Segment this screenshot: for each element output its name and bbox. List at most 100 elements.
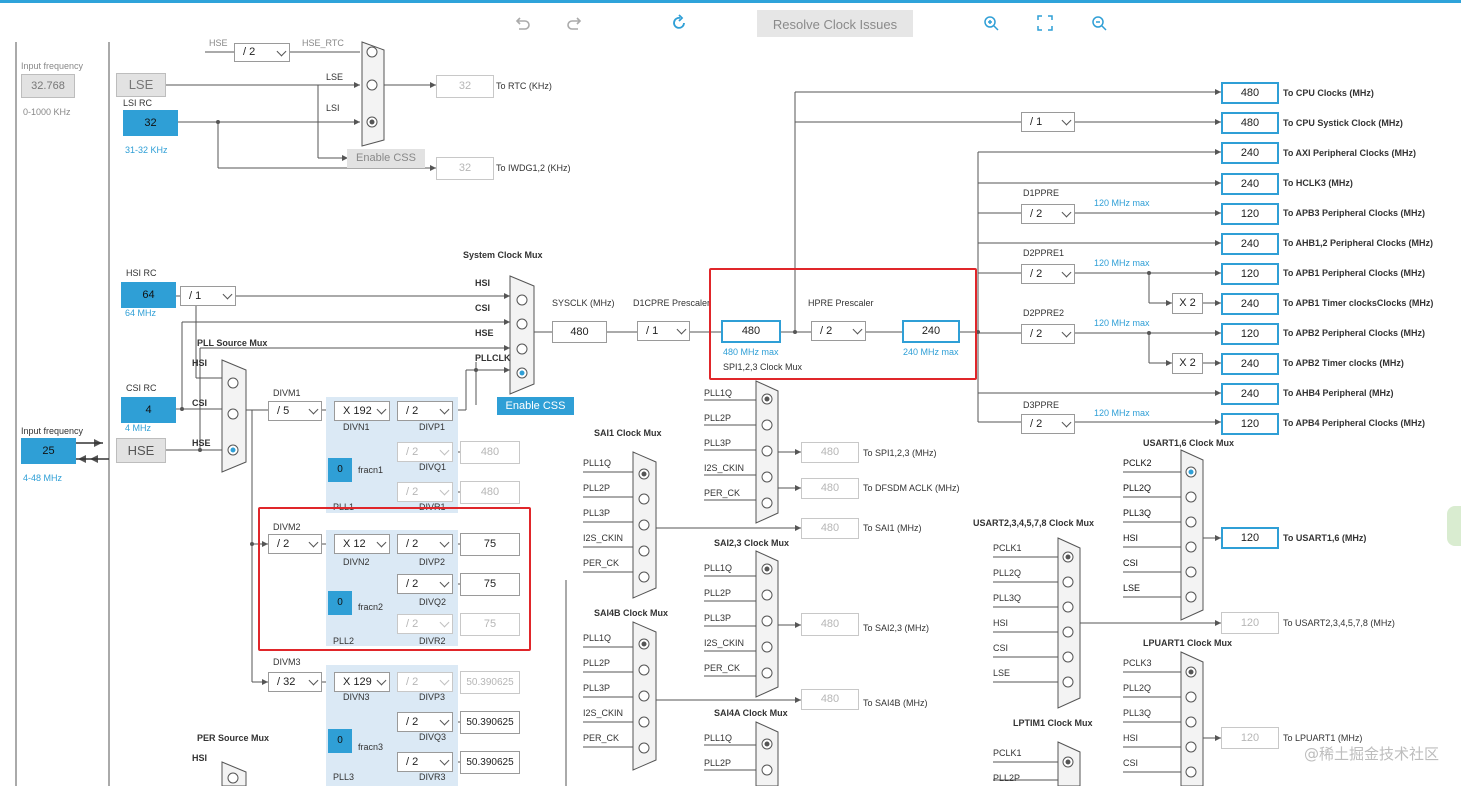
sai1-mux-title: SAI1 Clock Mux bbox=[594, 428, 662, 438]
hsi-rc-value[interactable]: 64 bbox=[121, 282, 176, 308]
sai23-output-label: To SAI2,3 (MHz) bbox=[863, 623, 930, 633]
spi-in1: PLL1Q bbox=[704, 388, 733, 398]
ahb12-value[interactable]: 240 bbox=[1221, 233, 1279, 255]
divq1-label: DIVQ1 bbox=[419, 462, 447, 472]
apb3-value[interactable]: 120 bbox=[1221, 203, 1279, 225]
d2ppre1-select[interactable]: / 2 bbox=[1021, 264, 1075, 284]
hsi-divider-select[interactable]: / 1 bbox=[180, 286, 236, 306]
apb1-value[interactable]: 120 bbox=[1221, 263, 1279, 285]
d2ppre2-select[interactable]: / 2 bbox=[1021, 324, 1075, 344]
hse-input-freq-label: Input frequency bbox=[21, 426, 84, 436]
hse-oscillator[interactable]: HSE bbox=[116, 438, 166, 463]
csi-range: 4 MHz bbox=[125, 423, 152, 433]
sai1-in4: I2S_CKIN bbox=[583, 533, 624, 543]
lpuart-in2: PLL2Q bbox=[1123, 683, 1152, 693]
usart2-in1: PCLK1 bbox=[993, 543, 1022, 553]
d3ppre-label: D3PPRE bbox=[1023, 400, 1060, 410]
apb1-timer-label: To APB1 Timer clocksClocks (MHz) bbox=[1283, 298, 1434, 308]
d1cpre-select[interactable]: / 1 bbox=[637, 321, 690, 341]
sai23-in2: PLL2P bbox=[704, 588, 732, 598]
systick-value[interactable]: 480 bbox=[1221, 112, 1279, 134]
divr1-select[interactable]: / 2 bbox=[397, 482, 453, 502]
fracn3-value[interactable]: 0 bbox=[328, 729, 352, 753]
iwdg-output-value: 32 bbox=[436, 157, 494, 180]
hclk3-value[interactable]: 240 bbox=[1221, 173, 1279, 195]
lse-input-freq-label: Input frequency bbox=[21, 61, 84, 71]
usart2-in6: LSE bbox=[993, 668, 1011, 678]
usart16-in5: CSI bbox=[1123, 558, 1139, 568]
usart2-in3: PLL3Q bbox=[993, 593, 1022, 603]
divm1-select[interactable]: / 5 bbox=[268, 401, 322, 421]
divr3-select[interactable]: / 2 bbox=[397, 752, 453, 772]
spi-in2: PLL2P bbox=[704, 413, 732, 423]
d3ppre-select[interactable]: / 2 bbox=[1021, 414, 1075, 434]
lsi-range: 31-32 KHz bbox=[125, 145, 168, 155]
d2ppre1-max: 120 MHz max bbox=[1094, 258, 1150, 268]
lse-oscillator[interactable]: LSE bbox=[116, 73, 166, 97]
hse-rtc-label: HSE_RTC bbox=[302, 38, 344, 48]
divq3-select[interactable]: / 2 bbox=[397, 712, 453, 732]
sai23-in4: I2S_CKIN bbox=[704, 638, 745, 648]
per-source-mux-title: PER Source Mux bbox=[197, 733, 270, 743]
usart16-in3: PLL3Q bbox=[1123, 508, 1152, 518]
hse-rtc-divider-select[interactable]: / 2 bbox=[234, 43, 290, 62]
lpuart-in1: PCLK3 bbox=[1123, 658, 1152, 668]
csi-rc-value[interactable]: 4 bbox=[121, 397, 176, 423]
sai1-in5: PER_CK bbox=[583, 558, 620, 568]
hclk3-label: To HCLK3 (MHz) bbox=[1283, 178, 1353, 188]
divn3-select[interactable]: X 129 bbox=[334, 672, 390, 692]
divr3-label: DIVR3 bbox=[419, 772, 446, 782]
apb1-timer-multiplier: X 2 bbox=[1172, 293, 1203, 314]
divn1-label: DIVN1 bbox=[343, 422, 370, 432]
divq1-output: 480 bbox=[460, 441, 520, 464]
divp3-select[interactable]: / 2 bbox=[397, 672, 453, 692]
divq1-select[interactable]: / 2 bbox=[397, 442, 453, 462]
sysclk-value[interactable]: 480 bbox=[552, 321, 607, 343]
sai23-in1: PLL1Q bbox=[704, 563, 733, 573]
sai1-in2: PLL2P bbox=[583, 483, 611, 493]
apb2-value[interactable]: 120 bbox=[1221, 323, 1279, 345]
axi-label: To AXI Peripheral Clocks (MHz) bbox=[1283, 148, 1417, 158]
d1ppre-select[interactable]: / 2 bbox=[1021, 204, 1075, 224]
lptim-mux-title: LPTIM1 Clock Mux bbox=[1013, 718, 1093, 728]
spi-in4: I2S_CKIN bbox=[704, 463, 745, 473]
axi-value[interactable]: 240 bbox=[1221, 142, 1279, 164]
enable-css-button[interactable]: Enable CSS bbox=[497, 397, 574, 415]
systick-divider-select[interactable]: / 1 bbox=[1021, 112, 1075, 132]
sai23-output-value: 480 bbox=[801, 613, 859, 636]
d2ppre2-max: 120 MHz max bbox=[1094, 318, 1150, 328]
pllsrc-hse-label: HSE bbox=[192, 438, 211, 448]
divr3-output[interactable]: 50.390625 bbox=[460, 751, 520, 774]
divn1-select[interactable]: X 192 bbox=[334, 401, 390, 421]
hsi-range: 64 MHz bbox=[125, 308, 157, 318]
apb4-value[interactable]: 120 bbox=[1221, 413, 1279, 435]
divp1-select[interactable]: / 2 bbox=[397, 401, 453, 421]
side-scroll-tab[interactable] bbox=[1447, 506, 1461, 546]
apb2-timer-value[interactable]: 240 bbox=[1221, 353, 1279, 375]
ahb4-value[interactable]: 240 bbox=[1221, 383, 1279, 405]
fracn3-label: fracn3 bbox=[358, 742, 384, 752]
lpuart-mux-title: LPUART1 Clock Mux bbox=[1143, 638, 1233, 648]
lsi-rc-value[interactable]: 32 bbox=[123, 110, 178, 136]
dfsdm-output-value: 480 bbox=[801, 478, 859, 499]
d2ppre2-label: D2PPRE2 bbox=[1023, 308, 1065, 318]
d1ppre-max: 120 MHz max bbox=[1094, 198, 1150, 208]
highlight-hpre-rect bbox=[709, 268, 977, 380]
apb1-timer-value[interactable]: 240 bbox=[1221, 293, 1279, 315]
fracn1-label: fracn1 bbox=[358, 465, 384, 475]
sysmux-csi-label: CSI bbox=[475, 303, 491, 313]
sai4b-in5: PER_CK bbox=[583, 733, 620, 743]
rtc-lsi-input-label: LSI bbox=[326, 103, 340, 113]
divm3-select[interactable]: / 32 bbox=[268, 672, 322, 692]
apb4-label: To APB4 Peripheral Clocks (MHz) bbox=[1283, 418, 1426, 428]
sai1-in3: PLL3P bbox=[583, 508, 611, 518]
rtc-enable-css-button[interactable]: Enable CSS bbox=[347, 149, 425, 168]
usart16-output-value[interactable]: 120 bbox=[1221, 527, 1279, 549]
divq3-output[interactable]: 50.390625 bbox=[460, 711, 520, 734]
spi-output-value: 480 bbox=[801, 442, 859, 463]
cpu-clock-value[interactable]: 480 bbox=[1221, 82, 1279, 104]
apb1-label: To APB1 Peripheral Clocks (MHz) bbox=[1283, 268, 1426, 278]
hse-input-value[interactable]: 25 bbox=[21, 438, 76, 464]
fracn1-value[interactable]: 0 bbox=[328, 458, 352, 482]
sai23-mux-title: SAI2,3 Clock Mux bbox=[714, 538, 790, 548]
